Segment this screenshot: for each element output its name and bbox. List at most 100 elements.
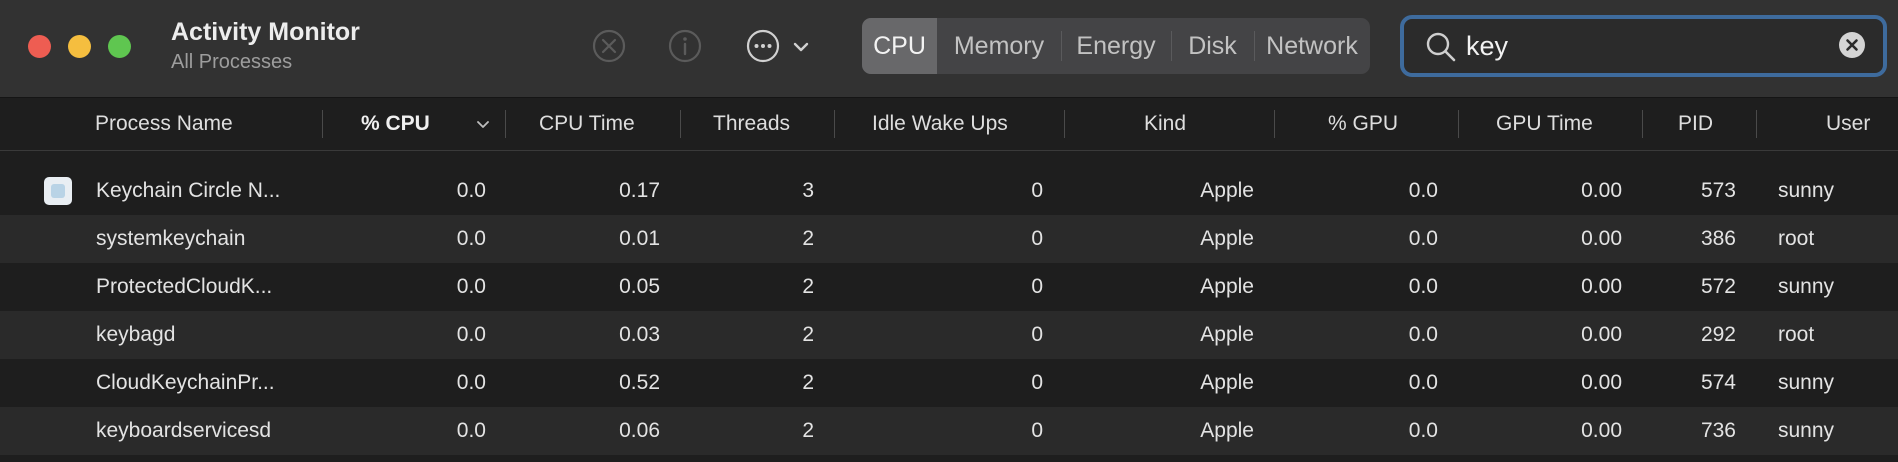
user: sunny xyxy=(1778,179,1835,202)
process-name: Keychain Circle N... xyxy=(96,179,281,202)
gpu-time: 0.00 xyxy=(1581,227,1622,250)
cpu-time: 0.17 xyxy=(619,179,660,202)
cpu-percent: 0.0 xyxy=(456,371,486,394)
user: root xyxy=(1778,323,1815,346)
cpu-time: 0.03 xyxy=(619,323,660,346)
threads: 3 xyxy=(802,179,814,202)
kind: Apple xyxy=(1200,371,1254,394)
cpu-time: 0.05 xyxy=(619,275,660,298)
window-subtitle: All Processes xyxy=(171,51,293,73)
pid: 572 xyxy=(1700,275,1736,298)
sort-descending-icon[interactable] xyxy=(474,115,492,133)
tab-disk[interactable]: Disk xyxy=(1171,18,1254,74)
pid: 386 xyxy=(1700,227,1736,250)
minimize-window-button[interactable] xyxy=(68,35,91,58)
info-icon[interactable] xyxy=(667,28,703,64)
gpu-percent: 0.0 xyxy=(1408,323,1438,346)
pid: 573 xyxy=(1700,179,1736,202)
search-icon xyxy=(1425,31,1457,63)
gpu-percent: 0.0 xyxy=(1408,419,1438,442)
threads: 2 xyxy=(802,371,814,394)
chevron-down-icon[interactable] xyxy=(790,36,812,58)
table-row[interactable]: ProtectedCloudK... 0.0 0.05 2 0 Apple 0.… xyxy=(0,263,1898,311)
tab-cpu[interactable]: CPU xyxy=(862,18,937,74)
more-options-icon[interactable] xyxy=(745,28,781,64)
table-row[interactable]: Keychain Circle N... 0.0 0.17 3 0 Apple … xyxy=(0,167,1898,215)
column-divider[interactable] xyxy=(1274,110,1275,138)
gpu-time: 0.00 xyxy=(1581,419,1622,442)
cpu-time: 0.06 xyxy=(619,419,660,442)
threads: 2 xyxy=(802,419,814,442)
gpu-time: 0.00 xyxy=(1581,323,1622,346)
process-table: Keychain Circle N... 0.0 0.17 3 0 Apple … xyxy=(0,167,1898,455)
column-user[interactable]: User xyxy=(1826,98,1870,150)
idle-wake-ups: 0 xyxy=(1031,419,1043,442)
gpu-percent: 0.0 xyxy=(1408,275,1438,298)
kind: Apple xyxy=(1200,227,1254,250)
idle-wake-ups: 0 xyxy=(1031,275,1043,298)
cpu-percent: 0.0 xyxy=(456,179,486,202)
idle-wake-ups: 0 xyxy=(1031,227,1043,250)
table-row[interactable]: keyboardservicesd 0.0 0.06 2 0 Apple 0.0… xyxy=(0,407,1898,455)
pid: 574 xyxy=(1700,371,1736,394)
column-divider[interactable] xyxy=(505,110,506,138)
user: sunny xyxy=(1778,371,1835,394)
window-title: Activity Monitor xyxy=(171,18,360,46)
gpu-time: 0.00 xyxy=(1581,179,1622,202)
column-divider[interactable] xyxy=(680,110,681,138)
idle-wake-ups: 0 xyxy=(1031,179,1043,202)
cpu-time: 0.01 xyxy=(619,227,660,250)
tab-energy[interactable]: Energy xyxy=(1061,18,1171,74)
threads: 2 xyxy=(802,323,814,346)
tab-network[interactable]: Network xyxy=(1254,18,1370,74)
column-gpu-percent[interactable]: % GPU xyxy=(1328,98,1398,150)
cpu-percent: 0.0 xyxy=(456,227,486,250)
close-window-button[interactable] xyxy=(28,35,51,58)
gpu-time: 0.00 xyxy=(1581,275,1622,298)
threads: 2 xyxy=(802,227,814,250)
cpu-percent: 0.0 xyxy=(456,419,486,442)
column-divider[interactable] xyxy=(1756,110,1757,138)
user: root xyxy=(1778,227,1815,250)
idle-wake-ups: 0 xyxy=(1031,323,1043,346)
column-divider[interactable] xyxy=(1064,110,1065,138)
toolbar: Activity Monitor All Processes CPU Memor… xyxy=(0,0,1898,98)
view-tabs: CPU Memory Energy Disk Network xyxy=(862,18,1370,74)
column-process-name[interactable]: Process Name xyxy=(95,98,233,150)
pid: 736 xyxy=(1700,419,1736,442)
column-threads[interactable]: Threads xyxy=(713,98,790,150)
search-input[interactable] xyxy=(1466,25,1806,67)
column-idle-wake-ups[interactable]: Idle Wake Ups xyxy=(872,98,1008,150)
kind: Apple xyxy=(1200,323,1254,346)
column-divider[interactable] xyxy=(1458,110,1459,138)
table-row[interactable]: systemkeychain 0.0 0.01 2 0 Apple 0.0 0.… xyxy=(0,215,1898,263)
column-kind[interactable]: Kind xyxy=(1144,98,1186,150)
gpu-percent: 0.0 xyxy=(1408,227,1438,250)
column-divider[interactable] xyxy=(834,110,835,138)
column-gpu-time[interactable]: GPU Time xyxy=(1496,98,1593,150)
gpu-percent: 0.0 xyxy=(1408,179,1438,202)
column-divider[interactable] xyxy=(1642,110,1643,138)
idle-wake-ups: 0 xyxy=(1031,371,1043,394)
kind: Apple xyxy=(1200,275,1254,298)
process-name: CloudKeychainPr... xyxy=(96,371,275,394)
threads: 2 xyxy=(802,275,814,298)
process-name: keybagd xyxy=(96,323,176,346)
table-row[interactable]: CloudKeychainPr... 0.0 0.52 2 0 Apple 0.… xyxy=(0,359,1898,407)
cpu-percent: 0.0 xyxy=(456,275,486,298)
column-pid[interactable]: PID xyxy=(1678,98,1713,150)
table-row[interactable]: keybagd 0.0 0.03 2 0 Apple 0.0 0.00 292 … xyxy=(0,311,1898,359)
process-name: ProtectedCloudK... xyxy=(96,275,273,298)
column-cpu-percent[interactable]: % CPU xyxy=(361,98,430,150)
column-cpu-time[interactable]: CPU Time xyxy=(539,98,635,150)
column-divider[interactable] xyxy=(322,110,323,138)
pid: 292 xyxy=(1700,323,1736,346)
user: sunny xyxy=(1778,419,1835,442)
stop-process-icon[interactable] xyxy=(591,28,627,64)
gpu-time: 0.00 xyxy=(1581,371,1622,394)
search-field xyxy=(1400,15,1887,77)
zoom-window-button[interactable] xyxy=(108,35,131,58)
cpu-percent: 0.0 xyxy=(456,323,486,346)
clear-icon[interactable] xyxy=(1838,31,1866,59)
tab-memory[interactable]: Memory xyxy=(937,18,1061,74)
